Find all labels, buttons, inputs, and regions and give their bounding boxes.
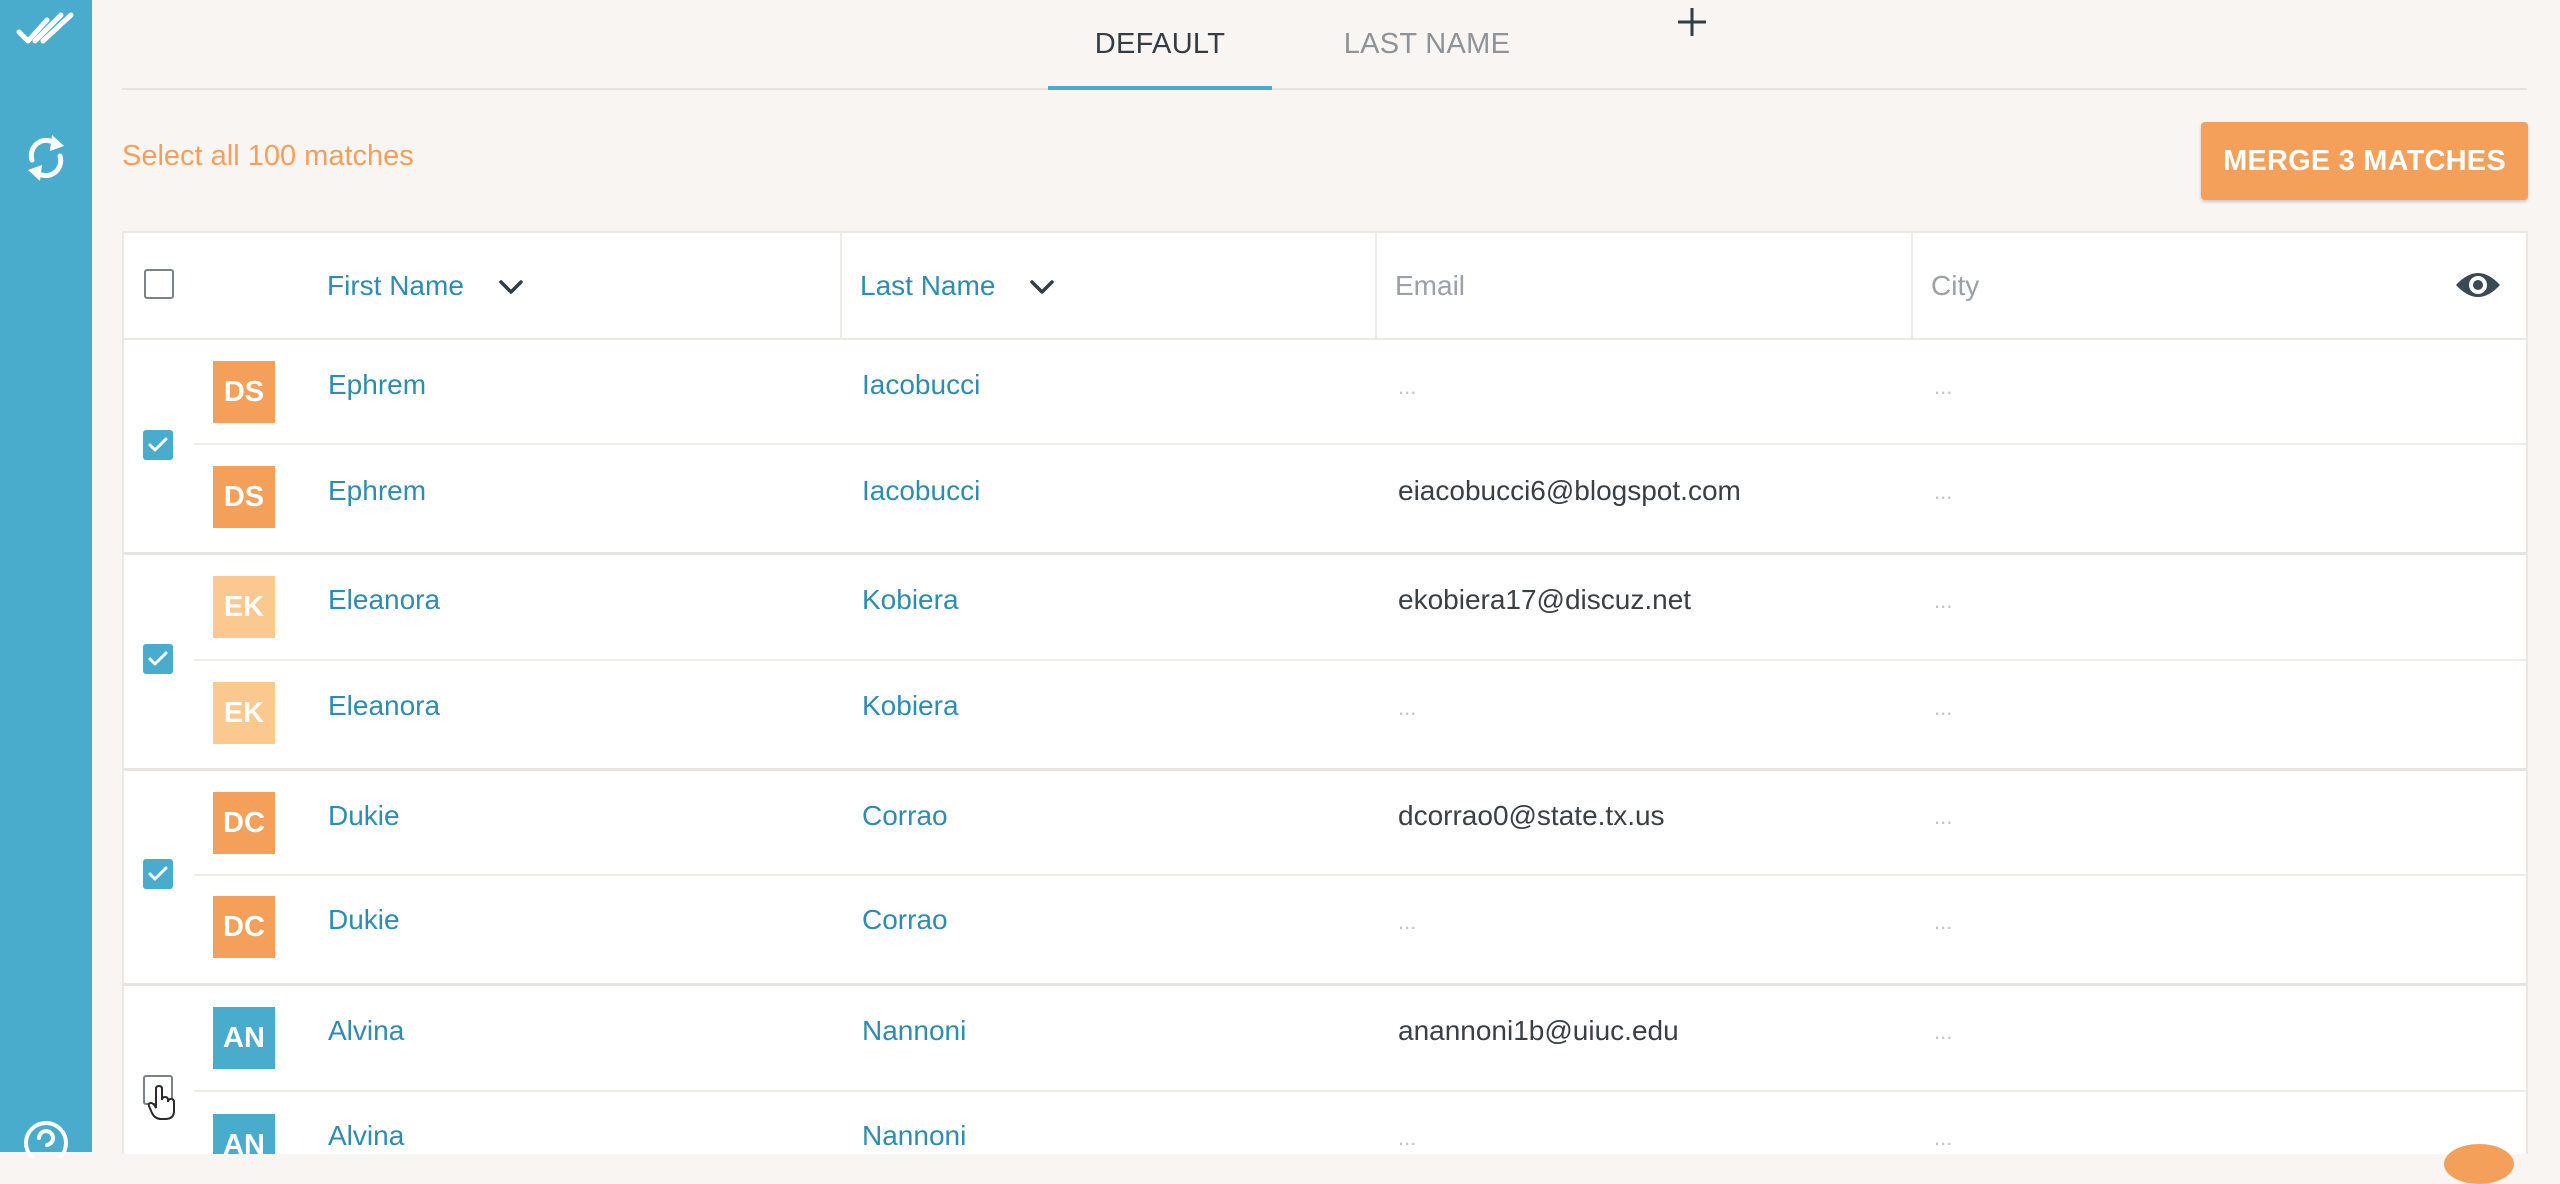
city-cell: ... [1934, 1125, 1953, 1150]
column-header-label: First Name [327, 269, 464, 301]
table-row[interactable]: AN Alvina Nannoni anannoni1b@uiuc.edu ..… [124, 985, 2526, 1092]
select-all-checkbox[interactable] [144, 269, 174, 299]
first-name-cell[interactable]: Dukie [328, 800, 400, 832]
help-icon[interactable] [0, 1118, 92, 1158]
avatar: DS [213, 361, 275, 423]
column-divider [1911, 233, 1913, 338]
table-row[interactable]: EK Eleanora Kobiera ekobiera17@discuz.ne… [124, 554, 2526, 661]
table-row[interactable]: DS Ephrem Iacobucci eiacobucci6@blogspot… [124, 445, 2526, 552]
last-name-cell[interactable]: Nannoni [862, 1015, 966, 1047]
column-header-label: City [1931, 269, 1980, 301]
column-header-last-name[interactable]: Last Name [860, 233, 1055, 338]
city-cell: ... [1934, 479, 1953, 504]
avatar: AN [213, 1114, 275, 1154]
city-cell: ... [1934, 1019, 1953, 1044]
table-row[interactable]: DC Dukie Corrao ... ... [124, 876, 2526, 983]
merge-matches-button[interactable]: MERGE 3 MATCHES [2201, 122, 2528, 200]
sync-icon[interactable] [0, 130, 92, 186]
table-row[interactable]: DC Dukie Corrao dcorrao0@state.tx.us ... [124, 769, 2526, 876]
city-cell: ... [1934, 695, 1953, 720]
sidebar [0, 0, 92, 1158]
first-name-cell[interactable]: Ephrem [328, 475, 426, 507]
chat-widget-button[interactable] [2444, 1144, 2514, 1184]
add-tab-icon[interactable] [1667, 0, 1717, 44]
avatar: AN [213, 1007, 275, 1069]
avatar: DC [213, 792, 275, 854]
eye-icon[interactable] [2454, 267, 2502, 308]
column-header-first-name[interactable]: First Name [327, 233, 524, 338]
chevron-down-icon[interactable] [1029, 270, 1055, 302]
city-cell: ... [1934, 588, 1953, 613]
first-name-cell[interactable]: Ephrem [328, 369, 426, 401]
match-group: EK Eleanora Kobiera ekobiera17@discuz.ne… [124, 554, 2526, 771]
view-tabs: DEFAULT LAST NAME [122, 0, 2527, 90]
last-name-cell[interactable]: Nannoni [862, 1120, 966, 1152]
email-cell: ... [1398, 909, 1417, 934]
first-name-cell[interactable]: Alvina [328, 1120, 404, 1152]
table-row[interactable]: AN Alvina Nannoni ... ... [124, 1092, 2526, 1154]
match-group: DC Dukie Corrao dcorrao0@state.tx.us ...… [124, 769, 2526, 986]
last-name-cell[interactable]: Kobiera [862, 690, 959, 722]
avatar: DC [213, 896, 275, 958]
city-cell: ... [1934, 909, 1953, 934]
email-cell: eiacobucci6@blogspot.com [1398, 475, 1741, 506]
column-divider [840, 233, 842, 338]
column-header-label: Last Name [860, 269, 996, 301]
email-cell: ekobiera17@discuz.net [1398, 584, 1692, 615]
match-group: DS Ephrem Iacobucci ... ... DS Ephrem Ia… [124, 338, 2526, 555]
first-name-cell[interactable]: Dukie [328, 904, 400, 936]
tab-default[interactable]: DEFAULT [1048, 0, 1272, 90]
match-group: AN Alvina Nannoni anannoni1b@uiuc.edu ..… [124, 985, 2526, 1154]
avatar: EK [213, 682, 275, 744]
column-header-city[interactable]: City [1931, 233, 1979, 338]
matches-table: First Name Last Name Email City DS Ephre… [122, 231, 2528, 1154]
first-name-cell[interactable]: Alvina [328, 1015, 404, 1047]
first-name-cell[interactable]: Eleanora [328, 690, 440, 722]
last-name-cell[interactable]: Iacobucci [862, 475, 980, 507]
tab-last-name[interactable]: LAST NAME [1302, 0, 1552, 88]
double-check-icon[interactable] [0, 10, 92, 50]
city-cell: ... [1934, 374, 1953, 399]
select-all-link[interactable]: Select all 100 matches [122, 140, 414, 173]
last-name-cell[interactable]: Iacobucci [862, 369, 980, 401]
city-cell: ... [1934, 804, 1953, 829]
last-name-cell[interactable]: Kobiera [862, 584, 959, 616]
email-cell: ... [1398, 1125, 1417, 1150]
table-row[interactable]: EK Eleanora Kobiera ... ... [124, 661, 2526, 768]
column-divider [1375, 233, 1377, 338]
table-header: First Name Last Name Email City [124, 233, 2526, 340]
column-header-email[interactable]: Email [1395, 233, 1465, 338]
last-name-cell[interactable]: Corrao [862, 904, 948, 936]
chevron-down-icon[interactable] [498, 270, 524, 302]
last-name-cell[interactable]: Corrao [862, 800, 948, 832]
email-cell: ... [1398, 695, 1417, 720]
table-row[interactable]: DS Ephrem Iacobucci ... ... [124, 338, 2526, 445]
avatar: EK [213, 576, 275, 638]
first-name-cell[interactable]: Eleanora [328, 584, 440, 616]
avatar: DS [213, 466, 275, 528]
email-cell: anannoni1b@uiuc.edu [1398, 1015, 1679, 1046]
email-cell: dcorrao0@state.tx.us [1398, 800, 1665, 831]
column-header-label: Email [1395, 269, 1466, 301]
email-cell: ... [1398, 374, 1417, 399]
